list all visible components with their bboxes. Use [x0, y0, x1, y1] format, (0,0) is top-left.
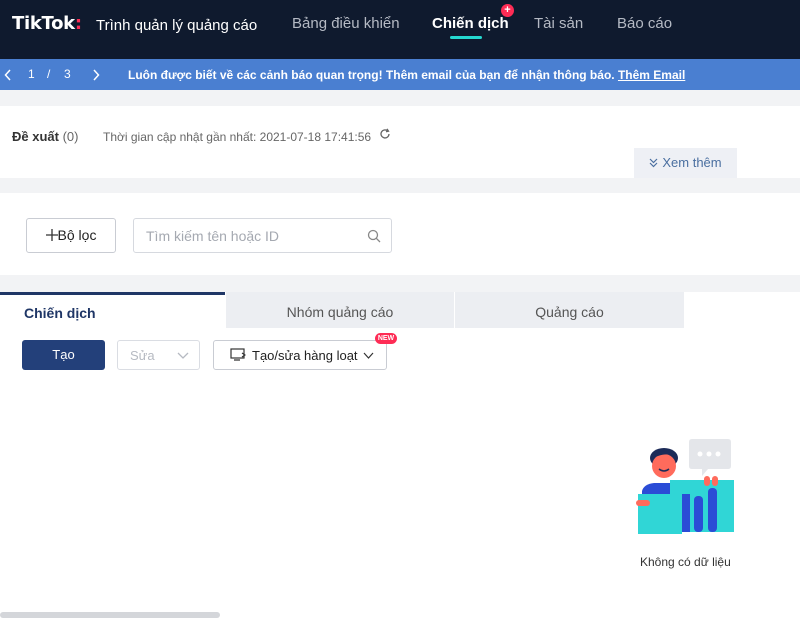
- plus-icon: [45, 229, 58, 241]
- bulk-create-edit-label: Tạo/sửa hàng loạt: [252, 348, 358, 363]
- add-email-link[interactable]: Thêm Email: [618, 68, 685, 82]
- recommendations-panel: Đề xuất (0) Thời gian cập nhật gần nhất:…: [0, 106, 800, 178]
- plus-badge-icon: +: [501, 4, 514, 17]
- bulk-create-edit-dropdown[interactable]: Tạo/sửa hàng loạt: [213, 340, 387, 370]
- nav-dashboard[interactable]: Bảng điều khiển: [292, 15, 400, 32]
- edit-dropdown[interactable]: Sửa: [117, 340, 200, 370]
- double-chevron-down-icon: [649, 158, 658, 168]
- active-nav-indicator: [450, 36, 482, 39]
- create-button[interactable]: Tạo: [22, 340, 105, 370]
- filter-bar: Bộ lọc Tìm kiếm tên hoặc ID: [0, 193, 800, 275]
- recommendations-title: Đề xuất (0): [12, 129, 78, 144]
- tab-campaigns[interactable]: Chiến dịch: [0, 292, 225, 328]
- banner-page-separator: /: [47, 67, 51, 81]
- nav-reports[interactable]: Báo cáo: [617, 15, 672, 32]
- banner-message: Luôn được biết về các cảnh báo quan trọn…: [128, 68, 685, 82]
- search-placeholder: Tìm kiếm tên hoặc ID: [146, 228, 280, 244]
- empty-state-text: Không có dữ liệu: [640, 555, 731, 569]
- recommendations-label: Đề xuất: [12, 129, 59, 144]
- notification-banner: 1 / 3 Luôn được biết về các cảnh báo qua…: [0, 59, 800, 90]
- chevron-down-icon: [177, 352, 189, 359]
- chevron-right-icon[interactable]: [92, 69, 100, 81]
- banner-message-text: Luôn được biết về các cảnh báo quan trọn…: [128, 68, 615, 82]
- filter-button[interactable]: Bộ lọc: [26, 218, 116, 253]
- app-subtitle: Trình quản lý quảng cáo: [96, 17, 258, 34]
- recommendations-count: (0): [62, 129, 79, 144]
- horizontal-scrollbar[interactable]: [0, 612, 220, 618]
- brand-name: TikTok: [12, 13, 75, 34]
- refresh-icon[interactable]: [379, 128, 391, 140]
- top-navigation-bar: TikTok: Trình quản lý quảng cáo Bảng điề…: [0, 0, 800, 59]
- tab-ads[interactable]: Quảng cáo: [455, 292, 684, 328]
- tab-ad-groups[interactable]: Nhóm quảng cáo: [226, 292, 454, 328]
- see-more-label: Xem thêm: [662, 155, 722, 170]
- new-badge: NEW: [375, 333, 397, 344]
- empty-state-illustration: [636, 439, 734, 534]
- brand-colon: :: [74, 13, 82, 34]
- search-input[interactable]: Tìm kiếm tên hoặc ID: [133, 218, 392, 253]
- bulk-edit-icon: [230, 348, 246, 361]
- search-icon[interactable]: [367, 229, 381, 243]
- nav-campaigns[interactable]: Chiến dịch: [432, 15, 509, 32]
- filter-button-label: Bộ lọc: [57, 227, 97, 243]
- chevron-down-icon: [363, 352, 374, 359]
- last-updated-time: Thời gian cập nhật gần nhất: 2021-07-18 …: [103, 130, 372, 144]
- chevron-left-icon[interactable]: [4, 69, 12, 81]
- tab-campaigns-label: Chiến dịch: [24, 305, 96, 321]
- tiktok-logo[interactable]: TikTok:: [12, 13, 82, 34]
- campaign-table-area: Chiến dịch Nhóm quảng cáo Quảng cáo Tạo …: [0, 292, 800, 618]
- edit-dropdown-label: Sửa: [130, 348, 155, 363]
- nav-assets[interactable]: Tài sản: [534, 15, 583, 32]
- see-more-button[interactable]: Xem thêm: [634, 148, 737, 178]
- banner-page-current: 1: [28, 67, 35, 81]
- banner-page-total: 3: [64, 67, 71, 81]
